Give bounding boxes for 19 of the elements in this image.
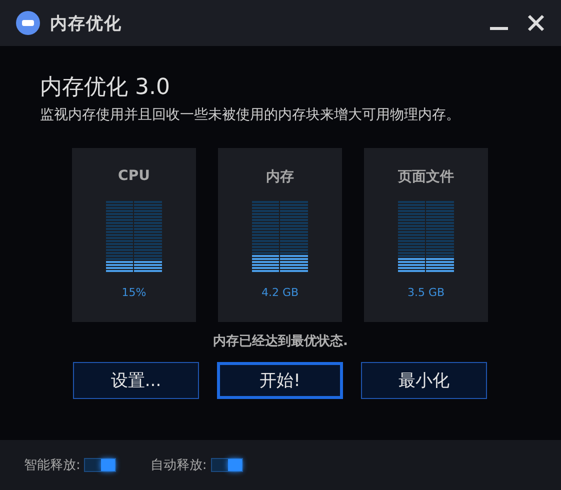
action-button[interactable]: 最小化 <box>361 362 487 399</box>
toggle-label: 自动释放: <box>150 457 207 474</box>
meter-label: 内存 <box>266 168 294 187</box>
meter-reading: 4.2 GB <box>261 286 299 299</box>
meter-label: CPU <box>118 168 150 186</box>
close-icon[interactable] <box>527 14 545 32</box>
toggle-switch[interactable] <box>84 458 116 472</box>
action-button[interactable]: 设置... <box>73 362 199 399</box>
app-logo-icon <box>16 11 40 35</box>
meter-label: 页面文件 <box>398 168 454 187</box>
window-title: 内存优化 <box>50 12 123 34</box>
action-button[interactable]: 开始! <box>217 362 343 399</box>
status-text: 内存已经达到最优状态. <box>212 333 349 350</box>
app-heading: 内存优化 3.0 <box>40 74 171 102</box>
description-text: 监视内存使用并且回收一些未被使用的内存块来增大可用物理内存。 <box>40 108 460 123</box>
meter-reading: 15% <box>122 286 146 299</box>
toggle-label: 智能释放: <box>24 457 80 474</box>
meter-reading: 3.5 GB <box>407 286 445 299</box>
toggle-switch[interactable] <box>210 458 243 472</box>
